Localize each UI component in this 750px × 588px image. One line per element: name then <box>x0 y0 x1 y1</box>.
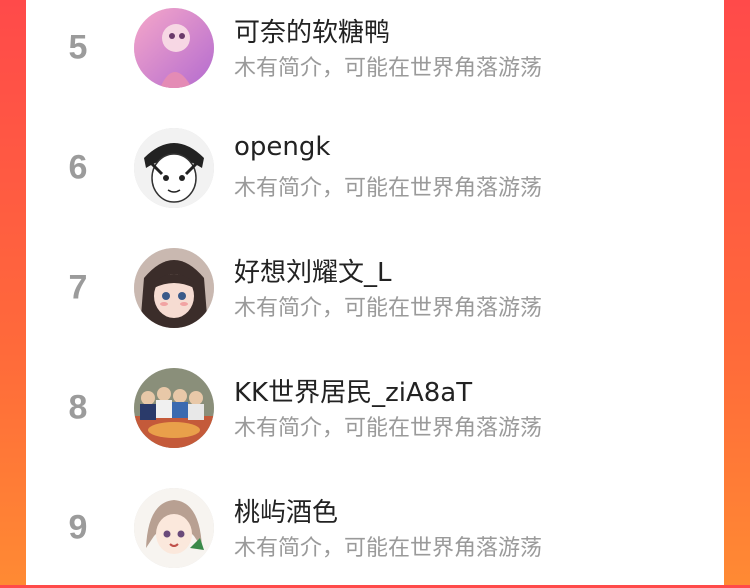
rank-number: 7 <box>68 268 88 307</box>
user-bio: 木有简介，可能在世界角落游荡 <box>234 536 543 561</box>
user-bio: 木有简介，可能在世界角落游荡 <box>234 416 543 441</box>
avatar-pink-anime-icon <box>134 8 214 88</box>
avatar-chibi-girl-icon <box>134 488 214 568</box>
avatar[interactable] <box>134 368 214 448</box>
avatar[interactable] <box>134 128 214 208</box>
rank-number: 9 <box>68 508 88 547</box>
avatar[interactable] <box>134 248 214 328</box>
avatar[interactable] <box>134 8 214 88</box>
user-bio: 木有简介，可能在世界角落游荡 <box>234 56 543 81</box>
user-name[interactable]: 可奈的软糖鸭 <box>234 12 390 49</box>
rank-number: 5 <box>68 28 88 67</box>
list-item[interactable]: 9 桃屿酒色 木有简介，可能在世界角落游荡 <box>26 468 724 588</box>
user-name[interactable]: opengk <box>234 132 330 162</box>
ranking-list-card: 5 可奈的软糖鸭 木有简介，可能在世界角落游荡 6 opengk 木有简介，可能… <box>26 0 724 585</box>
avatar-group-photo-icon <box>134 368 214 448</box>
user-name[interactable]: KK世界居民_ziA8aT <box>234 372 472 409</box>
user-bio: 木有简介，可能在世界角落游荡 <box>234 296 543 321</box>
rank-number: 8 <box>68 388 88 427</box>
avatar-manga-boy-icon <box>134 128 214 208</box>
list-item[interactable]: 5 可奈的软糖鸭 木有简介，可能在世界角落游荡 <box>26 0 724 108</box>
list-item[interactable]: 7 好想刘耀文_L 木有简介，可能在世界角落游荡 <box>26 228 724 348</box>
list-item[interactable]: 8 KK世界居民_ziA8aT 木有简介，可能在世界角落游荡 <box>26 348 724 468</box>
avatar-anime-girl-icon <box>134 248 214 328</box>
avatar[interactable] <box>134 488 214 568</box>
list-item[interactable]: 6 opengk 木有简介，可能在世界角落游荡 <box>26 108 724 228</box>
user-bio: 木有简介，可能在世界角落游荡 <box>234 176 543 201</box>
user-name[interactable]: 好想刘耀文_L <box>234 252 392 289</box>
rank-number: 6 <box>68 148 88 187</box>
user-name[interactable]: 桃屿酒色 <box>234 492 338 529</box>
